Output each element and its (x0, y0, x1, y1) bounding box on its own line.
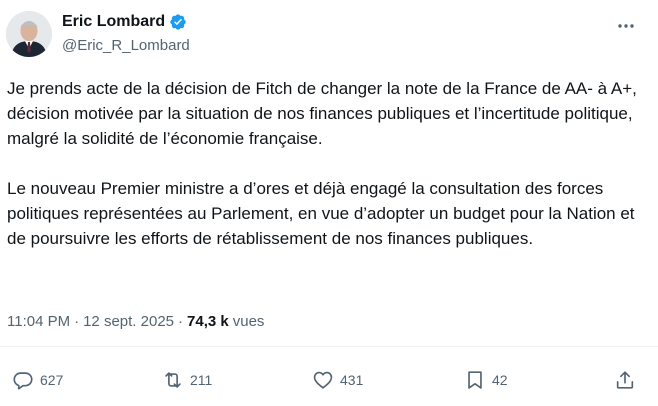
tweet-date[interactable]: 12 sept. 2025 (83, 312, 174, 332)
tweet: Eric Lombard @Eric_R_Lombard Je prends a… (0, 0, 658, 406)
repost-icon (165, 372, 181, 388)
reply-icon (13, 372, 33, 390)
tweet-text: Je prends acte de la décision de Fitch d… (7, 76, 647, 251)
author-handle[interactable]: @Eric_R_Lombard (62, 36, 190, 56)
reply-button[interactable]: 627 (12, 366, 63, 394)
action-bar: 627 211 431 42 (0, 366, 658, 394)
author-display-name[interactable]: Eric Lombard (62, 12, 165, 32)
avatar-image (6, 11, 52, 57)
tweet-paragraph-2: Le nouveau Premier ministre a d’ores et … (7, 179, 635, 248)
meta-separator-2: · (178, 313, 184, 330)
ellipsis-icon (618, 24, 634, 28)
tweet-time[interactable]: 11:04 PM (7, 312, 70, 332)
like-count: 431 (340, 372, 364, 388)
author-name-row: Eric Lombard (62, 12, 187, 32)
tweet-paragraph-1: Je prends acte de la décision de Fitch d… (7, 79, 637, 148)
tweet-metadata: 11:04 PM · 12 sept. 2025 · 74,3 k vues (7, 312, 264, 332)
meta-separator: · (74, 313, 80, 330)
views-label: vues (232, 313, 265, 330)
repost-button[interactable]: 211 (162, 366, 212, 394)
repost-count: 211 (190, 372, 213, 388)
share-icon (616, 371, 634, 389)
bookmark-count: 42 (492, 372, 508, 388)
views-count: 74,3 k (187, 313, 229, 330)
heart-icon (313, 371, 333, 389)
divider (0, 346, 658, 347)
verified-badge-icon[interactable] (169, 13, 187, 31)
avatar[interactable] (6, 11, 52, 57)
share-button[interactable] (614, 366, 642, 394)
like-button[interactable]: 431 (312, 366, 363, 394)
reply-count: 627 (40, 372, 64, 388)
bookmark-icon (468, 371, 482, 389)
bookmark-button[interactable]: 42 (464, 366, 508, 394)
more-options-button[interactable] (614, 16, 638, 36)
